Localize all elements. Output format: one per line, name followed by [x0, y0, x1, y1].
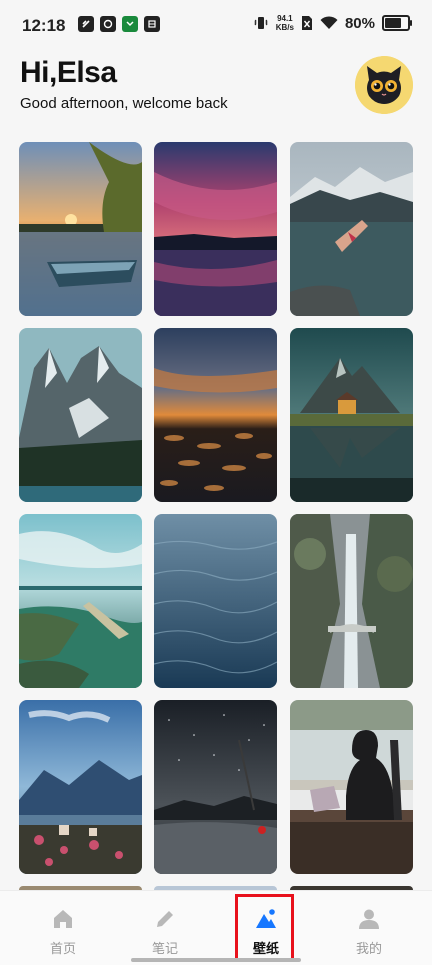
no-sim-icon — [301, 16, 312, 30]
wallpaper-card[interactable] — [154, 514, 277, 688]
avatar[interactable] — [355, 56, 413, 114]
nav-item-home[interactable]: 首页 — [9, 891, 117, 965]
nav-label-notes: 笔记 — [151, 941, 178, 956]
wallpaper-card[interactable] — [290, 514, 413, 688]
system-icons: 94.1 KB/s 80% — [253, 14, 412, 32]
wallpaper-card[interactable] — [290, 700, 413, 874]
nav-item-profile[interactable]: 我的 — [315, 891, 423, 965]
bottom-nav: 首页 笔记 壁纸 我的 — [0, 890, 432, 965]
nav-label-home: 首页 — [49, 941, 76, 956]
wallpaper-card[interactable] — [19, 514, 142, 688]
app-notification-icon — [100, 16, 116, 32]
wallpaper-card[interactable] — [19, 328, 142, 502]
black-cat-icon — [355, 56, 413, 114]
pencil-icon — [157, 911, 173, 927]
nav-item-notes[interactable]: 笔记 — [111, 891, 219, 965]
app-notification-icon — [144, 16, 160, 32]
network-speed: 94.1 KB/s — [276, 14, 294, 32]
active-tab-highlight — [235, 894, 294, 962]
nav-label-profile: 我的 — [355, 941, 382, 956]
status-bar: 12:18 94.1 KB/s 80% — [0, 0, 432, 50]
greeting-subtitle: Good afternoon, welcome back — [20, 95, 228, 112]
network-speed-value: 94.1 — [277, 14, 293, 23]
wallpaper-card[interactable] — [19, 142, 142, 316]
vibrate-icon — [254, 17, 268, 29]
battery-percent: 80% — [344, 14, 375, 32]
status-time: 12:18 — [22, 16, 66, 35]
network-speed-unit: KB/s — [275, 23, 294, 32]
wechat-notification-icon — [122, 16, 138, 32]
wallpaper-card[interactable] — [154, 328, 277, 502]
wifi-icon — [320, 16, 338, 29]
notification-icons — [78, 16, 160, 32]
wallpaper-card[interactable] — [290, 142, 413, 316]
wallpaper-card[interactable] — [154, 700, 277, 874]
home-icon — [54, 910, 72, 928]
person-icon — [359, 909, 379, 929]
home-indicator[interactable] — [131, 958, 301, 962]
greeting-title: Hi,Elsa — [20, 56, 117, 89]
wallpaper-card[interactable] — [154, 142, 277, 316]
wallpaper-card[interactable] — [19, 700, 142, 874]
app-notification-icon — [78, 16, 94, 32]
wallpaper-card[interactable] — [290, 328, 413, 502]
battery-icon — [382, 15, 412, 31]
